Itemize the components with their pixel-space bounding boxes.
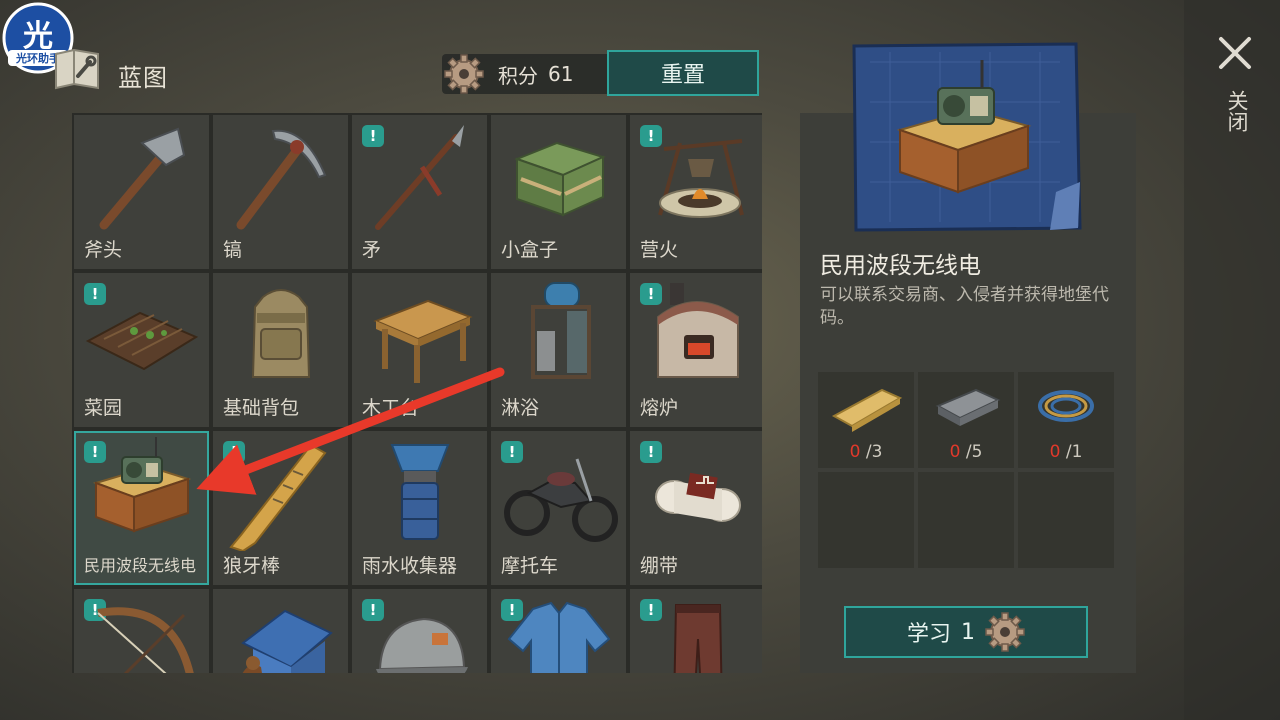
close-button[interactable]: 关闭 — [1208, 30, 1260, 160]
blueprint-item-campfire[interactable]: ! 营火 — [630, 115, 762, 269]
blueprint-item-garden[interactable]: ! 菜园 — [74, 273, 209, 427]
blueprint-item-shirt[interactable]: ! — [491, 589, 626, 673]
requirement-slot: 0 /1 — [1018, 372, 1114, 468]
radio-icon — [92, 437, 192, 533]
blueprint-item-spear[interactable]: ! 矛 — [352, 115, 487, 269]
item-label: 矛 — [362, 239, 382, 262]
blueprint-item-bandage[interactable]: ! 绷带 — [630, 431, 762, 585]
item-name: 民用波段无线电 — [820, 253, 981, 279]
watermark-glyph: 光 — [23, 19, 53, 54]
item-label: 熔炉 — [640, 397, 679, 420]
campfire-icon — [658, 139, 744, 218]
pickaxe-icon — [236, 129, 327, 230]
item-label: 木工台 — [362, 397, 420, 420]
item-label: 小盒子 — [501, 239, 559, 262]
blueprint-book-icon — [52, 44, 102, 94]
learn-cost: 1 — [961, 619, 975, 645]
furnace-icon — [657, 283, 739, 378]
cap-icon — [376, 617, 468, 673]
blueprint-item-rain-collector[interactable]: 雨水收集器 — [352, 431, 487, 585]
empty-requirement-slot — [818, 472, 914, 568]
blueprint-item-shower[interactable]: 淋浴 — [491, 273, 626, 427]
item-description: 可以联系交易商、入侵者并获得地堡代码。 — [820, 285, 1109, 328]
requirement-have: 0 — [849, 442, 861, 462]
radio-blueprint-preview — [852, 42, 1082, 232]
points-value: 61 — [548, 62, 574, 86]
item-label: 绷带 — [640, 555, 679, 578]
requirements-grid: 0 /3 0 /5 0 /1 — [818, 372, 1115, 570]
learn-button[interactable]: 学习 1 — [844, 606, 1088, 658]
item-label: 菜园 — [84, 397, 123, 420]
points-label: 积分 — [498, 63, 538, 88]
requirement-slot: 0 /3 — [818, 372, 914, 468]
item-label: 民用波段无线电 — [84, 556, 197, 576]
item-label: 营火 — [640, 239, 679, 262]
item-label: 摩托车 — [501, 555, 559, 578]
requirement-have: 0 — [949, 442, 961, 462]
requirement-need: /1 — [1060, 442, 1083, 462]
requirement-need: /3 — [860, 442, 883, 462]
spear-icon — [375, 125, 464, 230]
rain-collector-icon — [390, 444, 450, 540]
shower-icon — [531, 282, 591, 379]
item-label: 镐 — [223, 239, 243, 262]
blueprint-item-pants[interactable]: ! — [630, 589, 762, 673]
item-label: 狼牙棒 — [223, 555, 281, 578]
points-display: 积分 61 — [442, 54, 612, 94]
empty-requirement-slot — [918, 472, 1014, 568]
item-label: 斧头 — [84, 239, 123, 262]
close-icon — [1219, 37, 1251, 69]
blueprint-grid: 斧头 镐 ! 矛 小盒子 ! 营火 ! 菜园 基础背包 木工台 淋浴 ! 熔炉 … — [72, 113, 762, 673]
reset-button[interactable]: 重置 — [607, 50, 759, 96]
blueprint-item-furnace[interactable]: ! 熔炉 — [630, 273, 762, 427]
blueprint-item-backpack[interactable]: 基础背包 — [213, 273, 348, 427]
item-label: 基础背包 — [223, 397, 300, 420]
requirement-slot: 0 /5 — [918, 372, 1014, 468]
blueprint-item-axe[interactable]: 斧头 — [74, 115, 209, 269]
item-label: 淋浴 — [501, 397, 540, 420]
garden-icon — [85, 311, 199, 371]
blueprint-item-cap[interactable]: ! — [352, 589, 487, 673]
backpack-icon — [251, 289, 311, 378]
workbench-icon — [373, 299, 473, 383]
blueprint-item-radio[interactable]: ! 民用波段无线电 — [74, 431, 209, 585]
shirt-icon — [507, 601, 611, 673]
pants-icon — [673, 604, 723, 673]
item-label: 雨水收集器 — [362, 555, 458, 578]
crate-icon — [514, 141, 606, 217]
blueprint-item-spiked-club[interactable]: ! 狼牙棒 — [213, 431, 348, 585]
blueprint-item-motorcycle[interactable]: ! 摩托车 — [491, 431, 626, 585]
blueprint-item-bow[interactable]: ! — [74, 589, 209, 673]
blueprint-item-workbench[interactable]: 木工台 — [352, 273, 487, 427]
blueprint-item-crate[interactable]: 小盒子 — [491, 115, 626, 269]
page-title: 蓝图 — [118, 64, 168, 92]
blueprint-item-pickaxe[interactable]: 镐 — [213, 115, 348, 269]
close-label: 关闭 — [1225, 90, 1249, 132]
requirement-have: 0 — [1049, 442, 1061, 462]
axe-icon — [99, 127, 186, 230]
blueprint-point-icon — [444, 54, 484, 94]
wire-icon — [1038, 390, 1094, 422]
empty-requirement-slot — [1018, 472, 1114, 568]
doghouse-icon — [241, 609, 333, 673]
requirement-need: /5 — [960, 442, 983, 462]
spiked-club-icon — [229, 443, 327, 551]
blueprint-point-icon — [985, 612, 1025, 652]
iron-bar-icon — [935, 388, 1001, 426]
motorcycle-icon — [504, 458, 618, 542]
blueprint-item-doghouse[interactable] — [213, 589, 348, 673]
plank-icon — [831, 388, 903, 432]
bandage-icon — [655, 472, 741, 522]
learn-label: 学习 — [906, 622, 951, 647]
bow-icon — [97, 607, 194, 673]
